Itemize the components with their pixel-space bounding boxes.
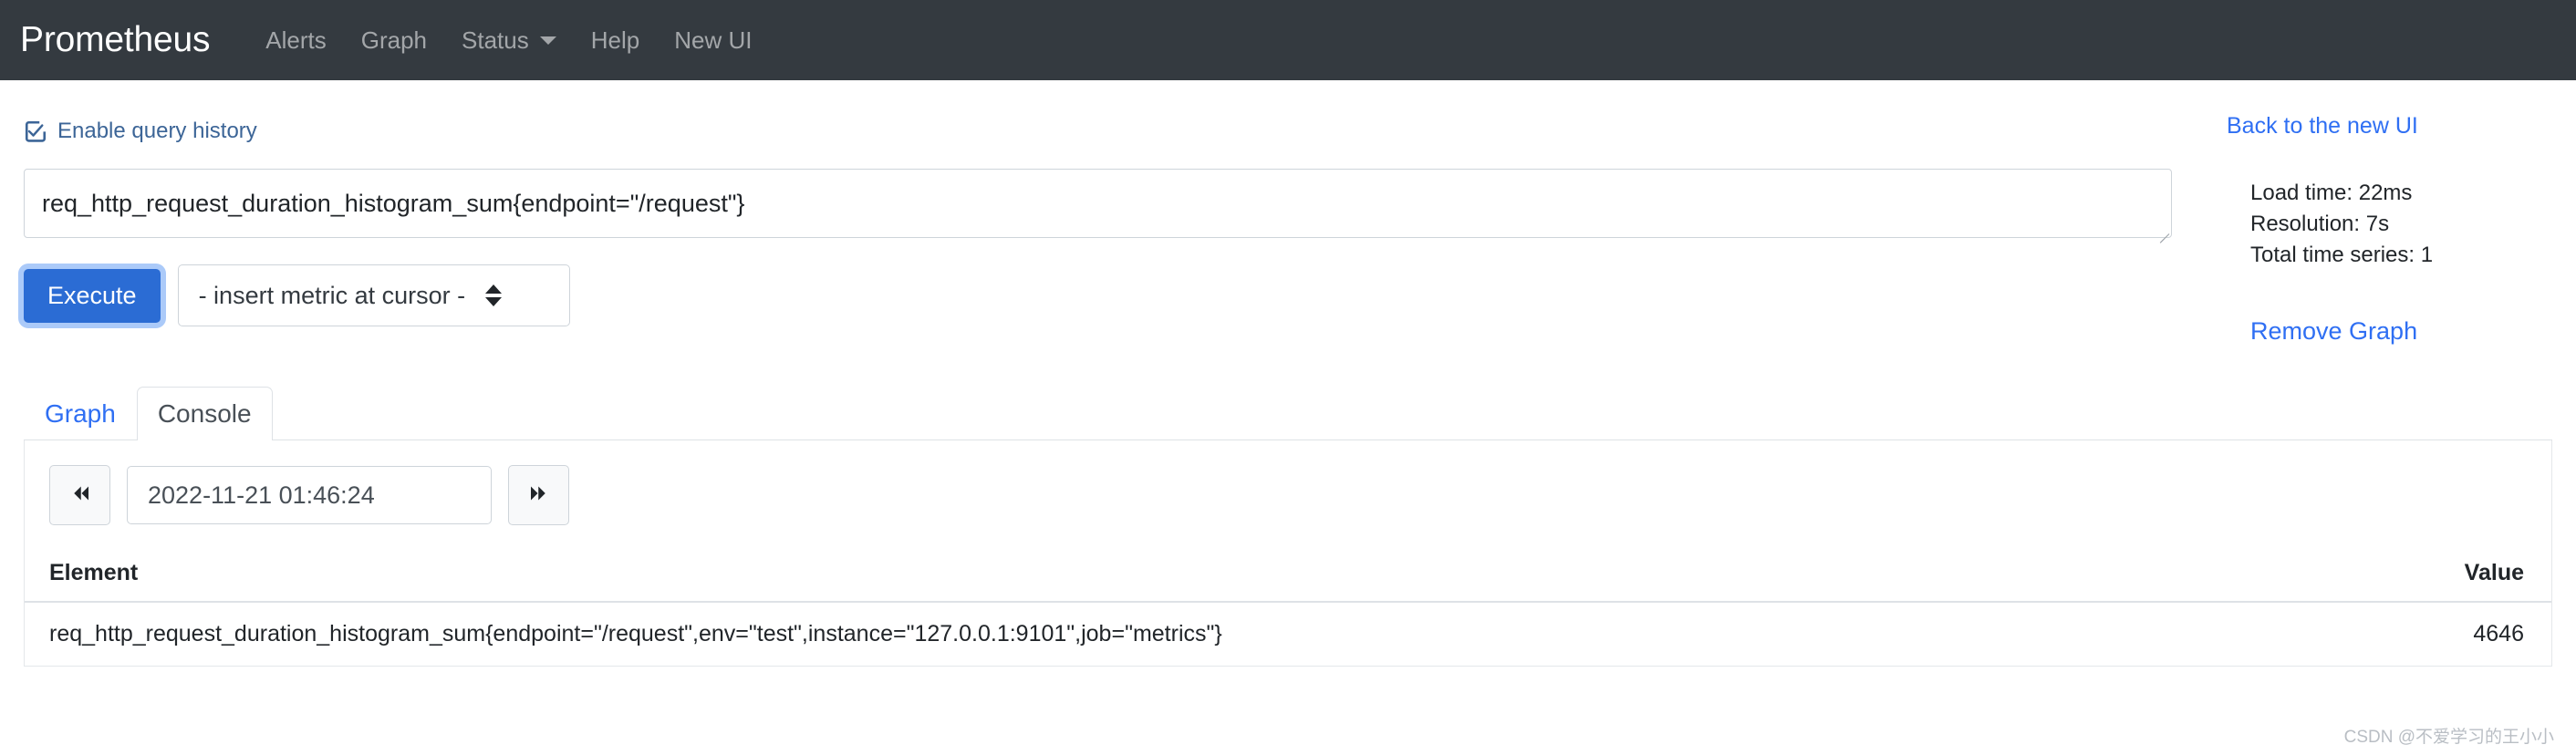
time-step-backward-button[interactable]	[49, 465, 110, 526]
query-and-stats-row: Enable query history req_http_request_du…	[24, 80, 2552, 346]
table-body: req_http_request_duration_histogram_sum{…	[25, 602, 2551, 666]
enable-query-history-label[interactable]: Enable query history	[57, 119, 257, 144]
nav-item-alerts[interactable]: Alerts	[248, 26, 343, 55]
execute-button[interactable]: Execute	[24, 268, 161, 323]
column-header-value: Value	[2299, 560, 2551, 604]
time-step-forward-button[interactable]	[508, 465, 569, 526]
query-stats: Load time: 22ms Resolution: 7s Total tim…	[2250, 178, 2552, 271]
table-header-row: Element Value	[25, 560, 2551, 604]
checked-checkbox-icon[interactable]	[24, 119, 47, 143]
evaluation-time-value: 2022-11-21 01:46:24	[148, 481, 375, 509]
column-header-element: Element	[25, 560, 2299, 604]
insert-metric-select-value: - insert metric at cursor -	[198, 281, 466, 309]
double-chevron-left-icon	[68, 482, 93, 509]
watermark: CSDN @不爱学习的王小小	[2343, 728, 2554, 747]
evaluation-time-nav: 2022-11-21 01:46:24	[25, 465, 2551, 526]
query-column: Enable query history req_http_request_du…	[24, 80, 2172, 326]
cell-element: req_http_request_duration_histogram_sum{…	[49, 621, 1222, 647]
expression-input-value: req_http_request_duration_histogram_sum{…	[42, 189, 745, 217]
textarea-resize-handle-icon[interactable]	[2156, 222, 2169, 235]
brand-prometheus[interactable]: Prometheus	[20, 20, 210, 60]
page-content: Enable query history req_http_request_du…	[0, 80, 2576, 667]
enable-query-history-row[interactable]: Enable query history	[24, 80, 2172, 144]
evaluation-time-input[interactable]: 2022-11-21 01:46:24	[127, 466, 492, 525]
nav-item-graph[interactable]: Graph	[344, 26, 444, 55]
console-panel: 2022-11-21 01:46:24 Element Value req_ht…	[24, 440, 2552, 667]
nav-item-status-label: Status	[462, 26, 529, 54]
expression-input[interactable]: req_http_request_duration_histogram_sum{…	[24, 169, 2172, 238]
stat-total-time-series: Total time series: 1	[2250, 243, 2434, 268]
table-row: req_http_request_duration_histogram_sum{…	[25, 602, 2551, 666]
top-navbar: Prometheus Alerts Graph Status Help New …	[0, 0, 2576, 80]
spinner-arrows-icon	[485, 284, 503, 306]
tab-graph[interactable]: Graph	[24, 387, 137, 440]
query-result-table: Element Value req_http_request_duration_…	[25, 560, 2551, 666]
table-head: Element Value	[25, 560, 2551, 604]
query-controls: Execute - insert metric at cursor -	[24, 264, 2172, 326]
double-chevron-right-icon	[526, 482, 552, 509]
chevron-down-icon	[539, 36, 556, 45]
back-to-new-ui-link[interactable]: Back to the new UI	[2227, 113, 2552, 140]
stat-load-time: Load time: 22ms	[2250, 181, 2413, 205]
nav-item-help[interactable]: Help	[574, 26, 657, 55]
panel-tabs: Graph Console	[24, 386, 2552, 441]
stats-column: Back to the new UI Load time: 22ms Resol…	[2172, 80, 2552, 346]
nav-item-status[interactable]: Status	[444, 26, 574, 55]
cell-value: 4646	[2473, 621, 2524, 647]
navbar-links: Alerts Graph Status Help New UI	[248, 26, 769, 55]
nav-item-new-ui[interactable]: New UI	[657, 26, 769, 55]
remove-graph-link[interactable]: Remove Graph	[2250, 317, 2552, 346]
stat-resolution: Resolution: 7s	[2250, 212, 2390, 237]
insert-metric-select[interactable]: - insert metric at cursor -	[177, 264, 570, 326]
tab-console[interactable]: Console	[136, 387, 273, 441]
